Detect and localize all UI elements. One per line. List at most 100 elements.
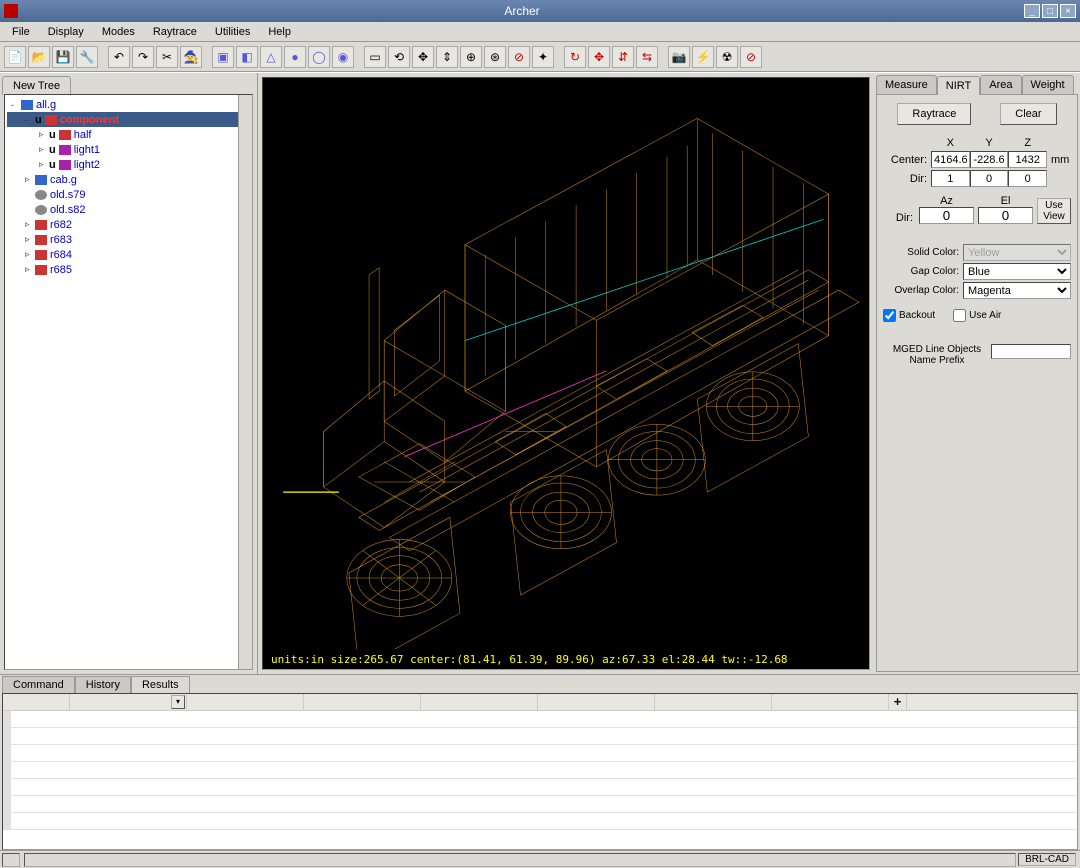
refresh-icon[interactable]: ↻ [564, 46, 586, 68]
minimize-button[interactable]: _ [1024, 4, 1040, 18]
viewport[interactable]: units:in size:265.67 center:(81.41, 61.3… [262, 77, 870, 670]
leftright-icon[interactable]: ⇆ [636, 46, 658, 68]
col-1[interactable]: ▾ [70, 694, 187, 710]
col-0[interactable] [3, 694, 70, 710]
new-icon[interactable]: 📄 [4, 46, 26, 68]
cut-icon[interactable]: ✂ [156, 46, 178, 68]
el-input[interactable] [978, 207, 1033, 224]
target-icon[interactable]: ⊛ [484, 46, 506, 68]
center-y[interactable] [970, 151, 1009, 168]
tree-node-old-s79[interactable]: old.s79 [7, 187, 250, 202]
gap-color-label: Gap Color: [883, 266, 963, 277]
tree-node-r685[interactable]: ▹r685 [7, 262, 250, 277]
open-icon[interactable]: 📂 [28, 46, 50, 68]
center-z[interactable] [1008, 151, 1047, 168]
col-4[interactable] [421, 694, 538, 710]
gap-color-select[interactable]: Blue [963, 263, 1071, 280]
tab-measure[interactable]: Measure [876, 75, 937, 94]
tree-node-light1[interactable]: ▹ulight1 [7, 142, 250, 157]
status-bar: BRL-CAD [0, 850, 1080, 868]
cone-icon[interactable]: △ [260, 46, 282, 68]
radiation-icon[interactable]: ☢ [716, 46, 738, 68]
disable-icon[interactable]: ⊘ [508, 46, 530, 68]
toolbar: 📄 📂 💾 🔧 ↶ ↷ ✂ 🧙 ▣ ◧ △ ● ◯ ◉ ▭ ⟲ ✥ ⇕ ⊕ ⊛ … [0, 42, 1080, 72]
solid-color-select[interactable]: Yellow [963, 244, 1071, 261]
tab-new-tree[interactable]: New Tree [2, 76, 71, 95]
tab-command[interactable]: Command [2, 676, 75, 693]
menu-display[interactable]: Display [40, 24, 92, 40]
tree-node-r682[interactable]: ▹r682 [7, 217, 250, 232]
tree-view[interactable]: -all.g-ucomponent▹uhalf▹ulight1▹ulight2▹… [4, 94, 253, 670]
undo-icon[interactable]: ↶ [108, 46, 130, 68]
results-table[interactable]: ▾ + [2, 693, 1078, 850]
dir-z[interactable] [1008, 170, 1047, 187]
maximize-button[interactable]: □ [1042, 4, 1058, 18]
torus-icon[interactable]: ◯ [308, 46, 330, 68]
col-7[interactable] [772, 694, 889, 710]
tree-node-half[interactable]: ▹uhalf [7, 127, 250, 142]
mged-prefix-input[interactable] [991, 344, 1071, 359]
main-area: New Tree -all.g-ucomponent▹uhalf▹ulight1… [0, 72, 1080, 674]
tree-node-light2[interactable]: ▹ulight2 [7, 157, 250, 172]
tree-node-r683[interactable]: ▹r683 [7, 232, 250, 247]
pipe-icon[interactable]: ◉ [332, 46, 354, 68]
redo-icon[interactable]: ↷ [132, 46, 154, 68]
center-x[interactable] [931, 151, 970, 168]
az-input[interactable] [919, 207, 974, 224]
tree-scrollbar[interactable] [238, 95, 252, 669]
box-icon[interactable]: ▣ [212, 46, 234, 68]
menu-file[interactable]: File [4, 24, 38, 40]
dropdown-icon[interactable]: ▾ [171, 695, 185, 709]
tab-history[interactable]: History [75, 676, 131, 693]
unit-label: mm [1047, 154, 1071, 166]
menu-help[interactable]: Help [260, 24, 299, 40]
camera-icon[interactable]: 📷 [668, 46, 690, 68]
save-icon[interactable]: 💾 [52, 46, 74, 68]
tab-area[interactable]: Area [980, 75, 1021, 94]
useair-checkbox[interactable]: Use Air [953, 309, 1001, 322]
tree-node-old-s82[interactable]: old.s82 [7, 202, 250, 217]
dir-label: Dir: [883, 173, 931, 185]
add-column-button[interactable]: + [889, 694, 907, 710]
col-6[interactable] [655, 694, 772, 710]
use-view-button[interactable]: UseView [1037, 198, 1071, 224]
tree-node-all-g[interactable]: -all.g [7, 97, 250, 112]
move-icon[interactable]: ✥ [412, 46, 434, 68]
select-icon[interactable]: ▭ [364, 46, 386, 68]
overlap-color-select[interactable]: Magenta [963, 282, 1071, 299]
close-button[interactable]: × [1060, 4, 1076, 18]
overlap-color-label: Overlap Color: [883, 285, 963, 296]
rotate-icon[interactable]: ⟲ [388, 46, 410, 68]
wizard-icon[interactable]: 🧙 [180, 46, 202, 68]
preferences-icon[interactable]: 🔧 [76, 46, 98, 68]
clear-button[interactable]: Clear [1000, 103, 1056, 125]
backout-checkbox[interactable]: Backout [883, 309, 935, 322]
title-bar: Archer _ □ × [0, 0, 1080, 22]
cube-icon[interactable]: ◧ [236, 46, 258, 68]
flash-icon[interactable]: ⚡ [692, 46, 714, 68]
tree-node-component[interactable]: -ucomponent [7, 112, 250, 127]
center-icon[interactable]: ⊕ [460, 46, 482, 68]
pan-icon[interactable]: ✥ [588, 46, 610, 68]
col-5[interactable] [538, 694, 655, 710]
canvas-3d[interactable] [263, 78, 869, 649]
scale-icon[interactable]: ⇕ [436, 46, 458, 68]
sphere-icon[interactable]: ● [284, 46, 306, 68]
tab-results[interactable]: Results [131, 676, 190, 693]
updown-icon[interactable]: ⇵ [612, 46, 634, 68]
menu-raytrace[interactable]: Raytrace [145, 24, 205, 40]
cancel-icon[interactable]: ⊘ [740, 46, 762, 68]
dir-x[interactable] [931, 170, 970, 187]
tab-weight[interactable]: Weight [1022, 75, 1074, 94]
menu-modes[interactable]: Modes [94, 24, 143, 40]
col-2[interactable] [187, 694, 304, 710]
tree-node-r684[interactable]: ▹r684 [7, 247, 250, 262]
menu-utilities[interactable]: Utilities [207, 24, 258, 40]
dir-y[interactable] [970, 170, 1009, 187]
label-z: Z [1008, 137, 1047, 149]
tab-nirt[interactable]: NIRT [937, 76, 980, 95]
raytrace-button[interactable]: Raytrace [897, 103, 971, 125]
col-3[interactable] [304, 694, 421, 710]
tree-node-cab-g[interactable]: ▹cab.g [7, 172, 250, 187]
compass-icon[interactable]: ✦ [532, 46, 554, 68]
